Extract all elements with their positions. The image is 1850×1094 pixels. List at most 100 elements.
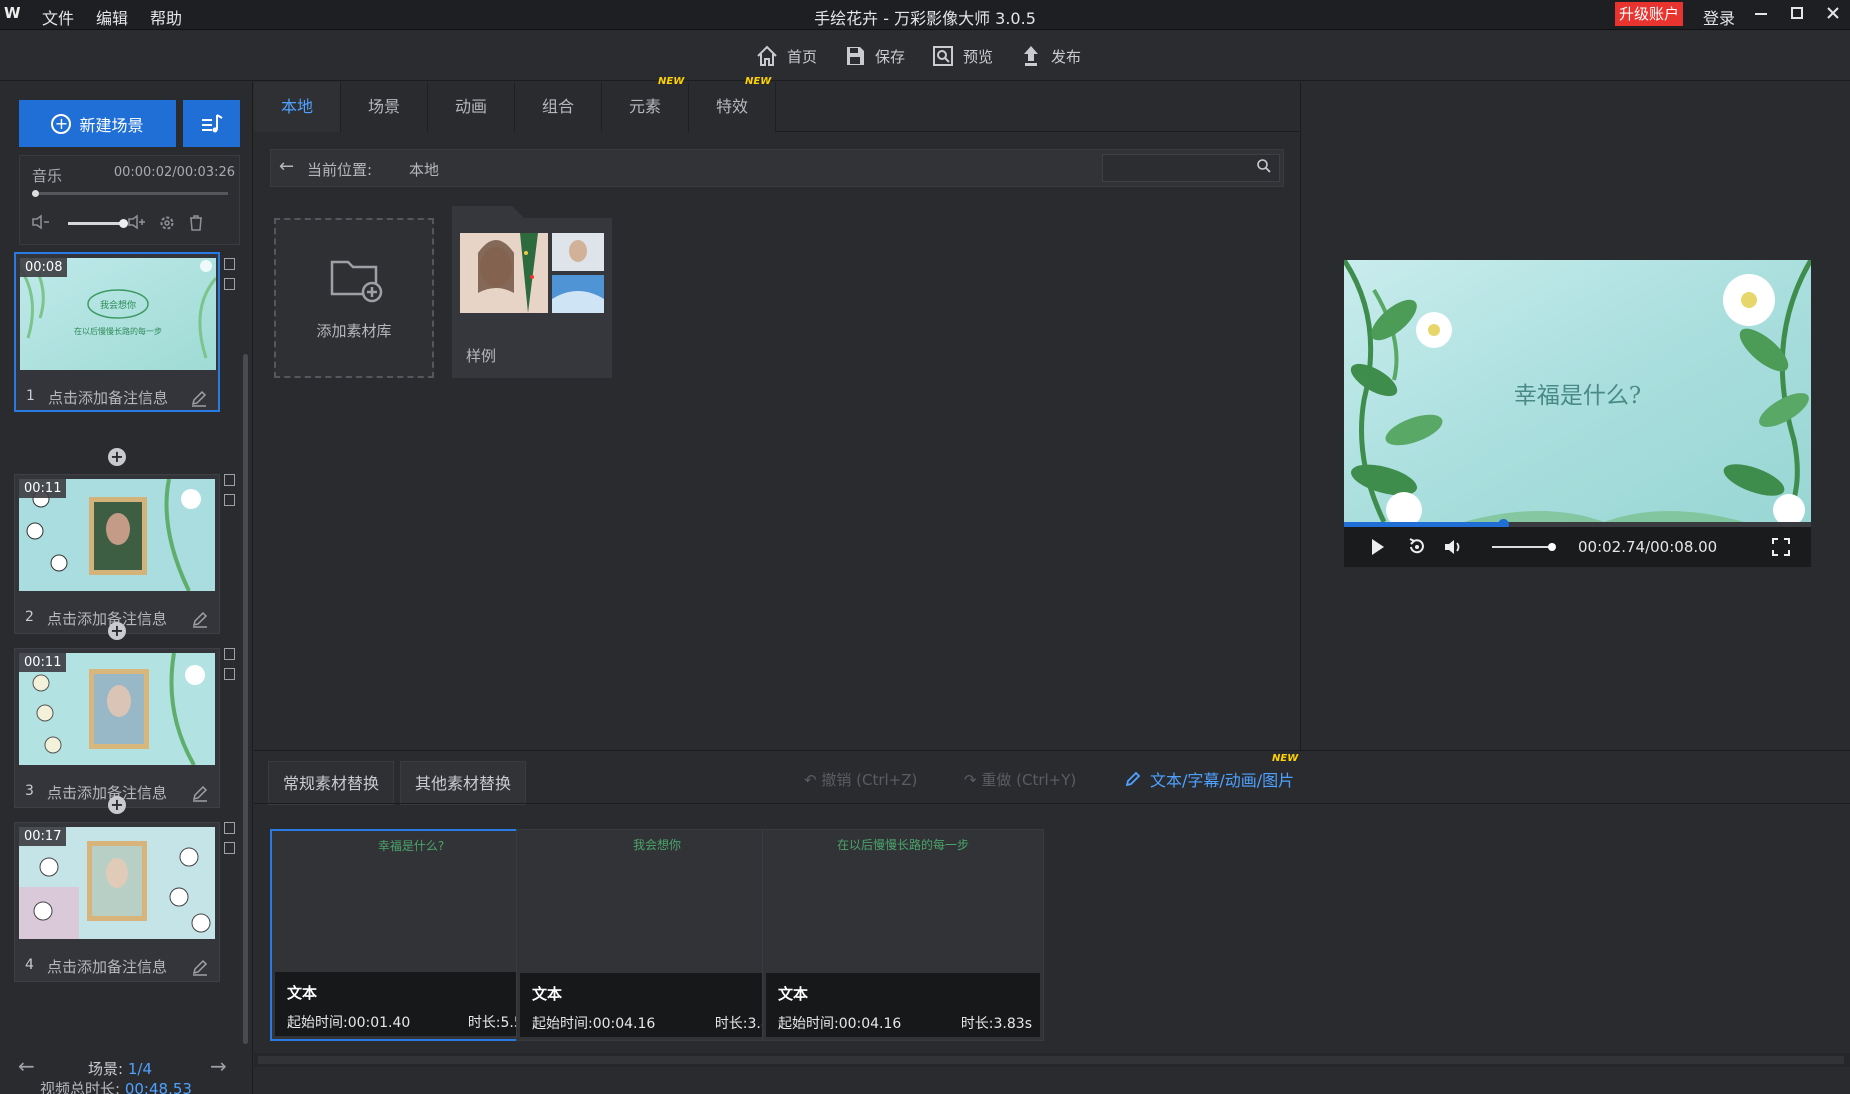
scrollbar-thumb[interactable]	[258, 1056, 1844, 1064]
card-preview-text: 在以后慢慢长路的每一步	[836, 838, 969, 852]
music-progress-knob[interactable]	[32, 190, 39, 197]
save-button[interactable]: 保存	[843, 44, 905, 68]
edit-note-icon[interactable]	[191, 784, 209, 802]
delete-scene-icon[interactable]	[224, 474, 235, 486]
material-library: 本地 场景 动画 组合 NEW 元素 NEW 特效 ← 当前位置: 本地 添加素材库	[254, 76, 1299, 750]
copy-scene-icon[interactable]	[224, 278, 235, 290]
video-volume-knob[interactable]	[1548, 543, 1556, 551]
new-scene-button[interactable]: + 新建场景	[19, 100, 176, 147]
volume-icon[interactable]	[1442, 536, 1464, 558]
total-duration-label: 视频总时长:	[40, 1080, 121, 1094]
replay-icon[interactable]	[1406, 536, 1428, 558]
tab-local[interactable]: 本地	[254, 82, 341, 132]
folder-tab-shape	[452, 206, 612, 226]
library-tabs: 本地 场景 动画 组合 NEW 元素 NEW 特效	[254, 76, 1299, 132]
scene-number: 3	[25, 783, 34, 799]
total-duration: 视频总时长: 00:48.53	[40, 1078, 192, 1094]
edit-note-icon[interactable]	[191, 958, 209, 976]
back-arrow-icon[interactable]: ←	[279, 156, 294, 177]
delete-scene-icon[interactable]	[224, 258, 235, 270]
preview-label: 预览	[963, 47, 994, 66]
text-subtitle-link[interactable]: 文本/字幕/动画/图片 NEW	[1124, 753, 1298, 791]
undo-label: 撤销 (Ctrl+Z)	[821, 771, 918, 789]
prev-scene-arrow-icon[interactable]: ←	[18, 1054, 35, 1078]
scene-card-3[interactable]: 00:11 3 点击添加备注信息	[14, 648, 220, 808]
save-icon	[847, 47, 865, 65]
volume-up-icon[interactable]	[126, 214, 148, 234]
redo-button[interactable]: ↷ 重做 (Ctrl+Y)	[964, 769, 1076, 790]
search-icon[interactable]	[1256, 158, 1272, 174]
card-preview-text: 我会想你	[632, 838, 681, 852]
title-bar: W 文件 编辑 帮助 手绘花卉 - 万彩影像大师 3.0.5 升级账户 登录	[0, 0, 1850, 30]
music-panel: 音乐 00:00:02/00:03:26	[19, 155, 240, 245]
scene-note[interactable]: 点击添加备注信息	[47, 608, 167, 629]
path-label: 当前位置:	[307, 161, 373, 179]
close-icon[interactable]	[1820, 2, 1846, 28]
scene-note[interactable]: 点击添加备注信息	[47, 956, 167, 977]
copy-scene-icon[interactable]	[224, 842, 235, 854]
scene-note[interactable]: 点击添加备注信息	[48, 387, 168, 408]
divider	[254, 803, 1850, 804]
login-button[interactable]: 登录	[1703, 5, 1735, 29]
minimize-icon[interactable]	[1748, 2, 1774, 28]
settings-gear-icon[interactable]	[156, 214, 178, 234]
replace-tabs: 常规素材替换 其他素材替换	[268, 761, 527, 805]
copy-scene-icon[interactable]	[224, 494, 235, 506]
next-scene-arrow-icon[interactable]: →	[210, 1054, 227, 1078]
undo-button[interactable]: ↶ 撤销 (Ctrl+Z)	[804, 769, 917, 790]
fullscreen-icon[interactable]	[1770, 536, 1792, 558]
play-icon[interactable]	[1366, 536, 1388, 558]
tab-effects[interactable]: NEW 特效	[689, 76, 776, 132]
tab-other-replace[interactable]: 其他素材替换	[400, 761, 527, 805]
video-preview[interactable]: 幸福是什么?	[1344, 260, 1811, 522]
edit-note-icon[interactable]	[191, 610, 209, 628]
music-list-icon	[201, 113, 223, 132]
home-button[interactable]: 首页	[755, 44, 817, 68]
text-card-1[interactable]: 幸福是什么? 文本 起始时间:00:01.40 时长:5.59s	[270, 829, 552, 1041]
scene-list: 我会想你 在以后慢慢长路的每一步 00:08 1 点击添加备注信息 + 00:1…	[0, 252, 245, 1042]
maximize-icon[interactable]	[1784, 2, 1810, 28]
text-card-2[interactable]: 我会想你 文本 起始时间:00:04.16 时长:3.84s	[516, 829, 798, 1041]
tab-elements[interactable]: NEW 元素	[602, 76, 689, 132]
delete-scene-icon[interactable]	[224, 822, 235, 834]
window-title: 手绘花卉 - 万彩影像大师 3.0.5	[814, 9, 1036, 28]
tab-scene[interactable]: 场景	[341, 82, 428, 132]
scene-list-scrollbar[interactable]	[243, 354, 248, 1044]
trash-icon[interactable]	[185, 214, 207, 234]
scene-footer: ← 场景: 1/4 → 视频总时长: 00:48.53	[0, 1044, 253, 1094]
tab-combination[interactable]: 组合	[515, 82, 602, 132]
home-label: 首页	[787, 47, 818, 66]
bottom-scrollbar[interactable]	[254, 1053, 1850, 1067]
music-progress[interactable]	[32, 190, 228, 197]
upgrade-account-button[interactable]: 升级账户	[1615, 2, 1683, 26]
video-volume-slider[interactable]	[1492, 543, 1556, 551]
scene-number: 4	[25, 957, 34, 973]
scene-card-2[interactable]: 00:11 2 点击添加备注信息	[14, 474, 220, 634]
tab-animation[interactable]: 动画	[428, 82, 515, 132]
scene-card-4[interactable]: 00:17 4 点击添加备注信息	[14, 822, 220, 982]
add-scene-button[interactable]: +	[108, 796, 126, 814]
volume-down-icon[interactable]	[30, 214, 52, 234]
library-search-input[interactable]	[1102, 154, 1280, 182]
add-scene-button[interactable]: +	[108, 448, 126, 466]
text-card-3[interactable]: 在以后慢慢长路的每一步 文本 起始时间:00:04.16 时长:3.83s	[762, 829, 1044, 1041]
sample-folder[interactable]: 样例	[452, 206, 612, 378]
scene-panel: + 新建场景 音乐 00:00:02/00:03:26 我会想你 在以后慢慢长路…	[0, 82, 253, 1094]
edit-note-icon[interactable]	[190, 389, 208, 407]
copy-scene-icon[interactable]	[224, 668, 235, 680]
music-volume-slider[interactable]	[68, 219, 128, 228]
publish-button[interactable]: 发布	[1019, 44, 1081, 68]
scene-note[interactable]: 点击添加备注信息	[47, 782, 167, 803]
path-value[interactable]: 本地	[409, 159, 439, 180]
music-list-button[interactable]	[183, 100, 240, 147]
add-scene-button[interactable]: +	[108, 622, 126, 640]
tab-regular-replace[interactable]: 常规素材替换	[268, 761, 395, 805]
music-time: 00:00:02/00:03:26	[113, 165, 235, 180]
card-length: 时长:3.83s	[960, 1016, 1032, 1032]
scene-card-1[interactable]: 我会想你 在以后慢慢长路的每一步 00:08 1 点击添加备注信息	[14, 252, 220, 412]
preview-icon	[933, 46, 954, 66]
add-library-button[interactable]: 添加素材库	[274, 218, 434, 378]
preview-button[interactable]: 预览	[931, 44, 993, 68]
delete-scene-icon[interactable]	[224, 648, 235, 660]
card-start-time: 起始时间:00:01.40	[287, 1015, 411, 1031]
